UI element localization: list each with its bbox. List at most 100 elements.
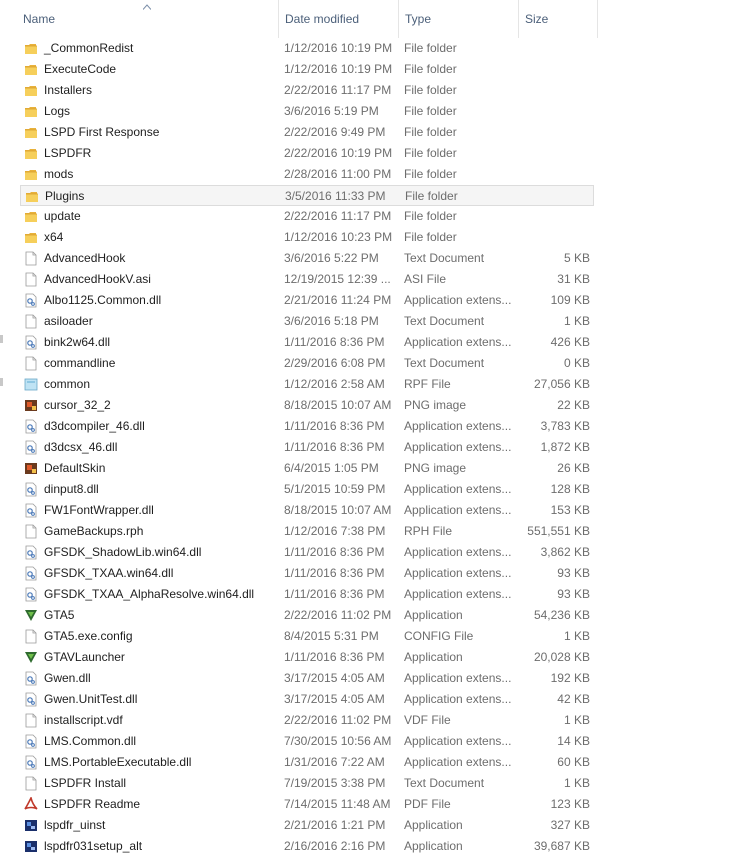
file-row[interactable]: Gwen.UnitTest.dll 3/17/2015 4:05 AM Applic… [20, 689, 594, 710]
file-date-modified: 1/11/2016 8:36 PM [284, 440, 385, 454]
file-name: LMS.Common.dll [44, 734, 137, 748]
file-date-modified: 3/6/2016 5:18 PM [284, 314, 379, 328]
image-icon [24, 461, 38, 476]
file-row[interactable]: bink2w64.dll 1/11/2016 8:36 PM Application… [20, 332, 594, 353]
file-size: 1 KB [563, 314, 590, 328]
dll-icon [24, 734, 38, 749]
file-name: ExecuteCode [44, 62, 117, 76]
file-date-modified: 3/5/2016 11:33 PM [285, 189, 386, 203]
file-row[interactable]: lspdfr_uinst 2/21/2016 1:21 PM Application… [20, 815, 594, 836]
file-row[interactable]: GameBackups.rph 1/12/2016 7:38 PM RPH File… [20, 521, 594, 542]
file-size: 128 KB [550, 482, 590, 496]
file-row[interactable]: GTA5.exe.config 8/4/2015 5:31 PM CONFIG Fi… [20, 626, 594, 647]
file-row[interactable]: AdvancedHookV.asi 12/19/2015 12:39 ... ASI… [20, 269, 594, 290]
document-icon [24, 314, 38, 329]
folder-icon [24, 41, 38, 56]
dll-icon [24, 671, 38, 686]
file-date-modified: 8/18/2015 10:07 AM [284, 503, 392, 517]
file-name: FW1FontWrapper.dll [44, 503, 154, 517]
app-icon [24, 818, 38, 833]
file-row[interactable]: LSPDFR 2/22/2016 10:19 PM File folder [20, 143, 594, 164]
file-type: Application extens... [404, 734, 512, 748]
file-name: LSPDFR Install [44, 776, 127, 790]
file-row[interactable]: GFSDK_TXAA_AlphaResolve.win64.dll 1/11/20… [20, 584, 594, 605]
file-date-modified: 8/18/2015 10:07 AM [284, 398, 392, 412]
file-size: 1 KB [563, 713, 590, 727]
file-row[interactable]: update 2/22/2016 11:17 PM File folder [20, 206, 594, 227]
file-type: RPH File [404, 524, 453, 538]
folder-icon [24, 209, 38, 224]
file-row[interactable]: common 1/12/2016 2:58 AM RPF File 27,056 KB [20, 374, 594, 395]
file-size: 192 KB [550, 671, 590, 685]
file-type: Application extens... [404, 440, 512, 454]
file-row[interactable]: AdvancedHook 3/6/2016 5:22 PM Text Documen… [20, 248, 594, 269]
file-date-modified: 7/30/2015 10:56 AM [284, 734, 392, 748]
gta-icon [24, 608, 38, 623]
file-row[interactable]: GFSDK_TXAA.win64.dll 1/11/2016 8:36 PM App… [20, 563, 594, 584]
file-row[interactable]: mods 2/28/2016 11:00 PM File folder [20, 164, 594, 185]
column-header-type[interactable]: Type [398, 0, 518, 38]
file-row[interactable]: cursor_32_2 8/18/2015 10:07 AM PNG image 22… [20, 395, 594, 416]
file-date-modified: 7/14/2015 11:48 AM [284, 797, 391, 811]
file-date-modified: 3/17/2015 4:05 AM [284, 671, 385, 685]
file-row[interactable]: LMS.PortableExecutable.dll 1/31/2016 7:22… [20, 752, 594, 773]
pane-edge-marker [0, 335, 3, 343]
document-icon [24, 356, 38, 371]
file-row[interactable]: GTA5 2/22/2016 11:02 PM Application 54,236 … [20, 605, 594, 626]
file-row[interactable]: Albo1125.Common.dll 2/21/2016 11:24 PM App… [20, 290, 594, 311]
file-date-modified: 12/19/2015 12:39 ... [284, 272, 391, 286]
file-date-modified: 7/19/2015 3:38 PM [284, 776, 386, 790]
file-type: Application extens... [404, 503, 512, 517]
file-name: GTAVLauncher [44, 650, 125, 664]
file-row[interactable]: x64 1/12/2016 10:23 PM File folder [20, 227, 594, 248]
file-row[interactable]: Installers 2/22/2016 11:17 PM File folder [20, 80, 594, 101]
file-row[interactable]: lspdfr031setup_alt 2/16/2016 2:16 PM Appli… [20, 836, 594, 857]
file-row[interactable]: _CommonRedist 1/12/2016 10:19 PM File fold… [20, 38, 594, 59]
file-row[interactable]: LSPDFR Readme 7/14/2015 11:48 AM PDF File 1… [20, 794, 594, 815]
file-name: lspdfr_uinst [44, 818, 106, 832]
file-name: common [44, 377, 91, 391]
dll-icon [24, 503, 38, 518]
folder-icon [24, 167, 38, 182]
file-date-modified: 1/11/2016 8:36 PM [284, 587, 385, 601]
file-row[interactable]: d3dcompiler_46.dll 1/11/2016 8:36 PM Appli… [20, 416, 594, 437]
file-row[interactable]: installscript.vdf 2/22/2016 11:02 PM VDF F… [20, 710, 594, 731]
file-row[interactable]: FW1FontWrapper.dll 8/18/2015 10:07 AM Appl… [20, 500, 594, 521]
column-header-name[interactable]: Name [17, 0, 277, 38]
file-size: 31 KB [557, 272, 590, 286]
file-row[interactable]: d3dcsx_46.dll 1/11/2016 8:36 PM Applicatio… [20, 437, 594, 458]
file-size: 42 KB [557, 692, 590, 706]
file-row[interactable]: LSPD First Response 2/22/2016 9:49 PM File… [20, 122, 594, 143]
file-type: Application extens... [404, 545, 512, 559]
file-row[interactable]: LSPDFR Install 7/19/2015 3:38 PM Text Docu… [20, 773, 594, 794]
file-date-modified: 2/22/2016 10:19 PM [284, 146, 393, 160]
file-row[interactable]: LMS.Common.dll 7/30/2015 10:56 AM Applicat… [20, 731, 594, 752]
dll-icon [24, 692, 38, 707]
file-size: 54,236 KB [533, 608, 590, 622]
file-size: 109 KB [550, 293, 590, 307]
file-type: PDF File [404, 797, 451, 811]
file-type: File folder [404, 209, 457, 223]
folder-icon [25, 189, 39, 204]
file-name: commandline [44, 356, 116, 370]
file-type: VDF File [404, 713, 451, 727]
file-row[interactable]: dinput8.dll 5/1/2015 10:59 PM Application … [20, 479, 594, 500]
file-row[interactable]: GFSDK_ShadowLib.win64.dll 1/11/2016 8:36 … [20, 542, 594, 563]
file-date-modified: 2/22/2016 9:49 PM [284, 125, 386, 139]
file-row[interactable]: GTAVLauncher 1/11/2016 8:36 PM Application… [20, 647, 594, 668]
file-row[interactable]: ExecuteCode 1/12/2016 10:19 PM File folder [20, 59, 594, 80]
file-size: 60 KB [557, 755, 590, 769]
column-header-date-modified[interactable]: Date modified [278, 0, 398, 38]
file-date-modified: 1/12/2016 10:19 PM [284, 41, 393, 55]
file-name: Plugins [45, 189, 85, 203]
file-row[interactable]: commandline 2/29/2016 6:08 PM Text Documen… [20, 353, 594, 374]
file-date-modified: 2/22/2016 11:02 PM [284, 713, 392, 727]
file-row[interactable]: Plugins 3/5/2016 11:33 PM File folder [20, 185, 594, 206]
column-header-size[interactable]: Size [518, 0, 598, 38]
file-size: 327 KB [550, 818, 590, 832]
file-date-modified: 3/6/2016 5:19 PM [284, 104, 379, 118]
file-row[interactable]: asiloader 3/6/2016 5:18 PM Text Document 1 … [20, 311, 594, 332]
file-row[interactable]: Logs 3/6/2016 5:19 PM File folder [20, 101, 594, 122]
file-row[interactable]: Gwen.dll 3/17/2015 4:05 AM Application ext… [20, 668, 594, 689]
file-row[interactable]: DefaultSkin 6/4/2015 1:05 PM PNG image 26 K… [20, 458, 594, 479]
